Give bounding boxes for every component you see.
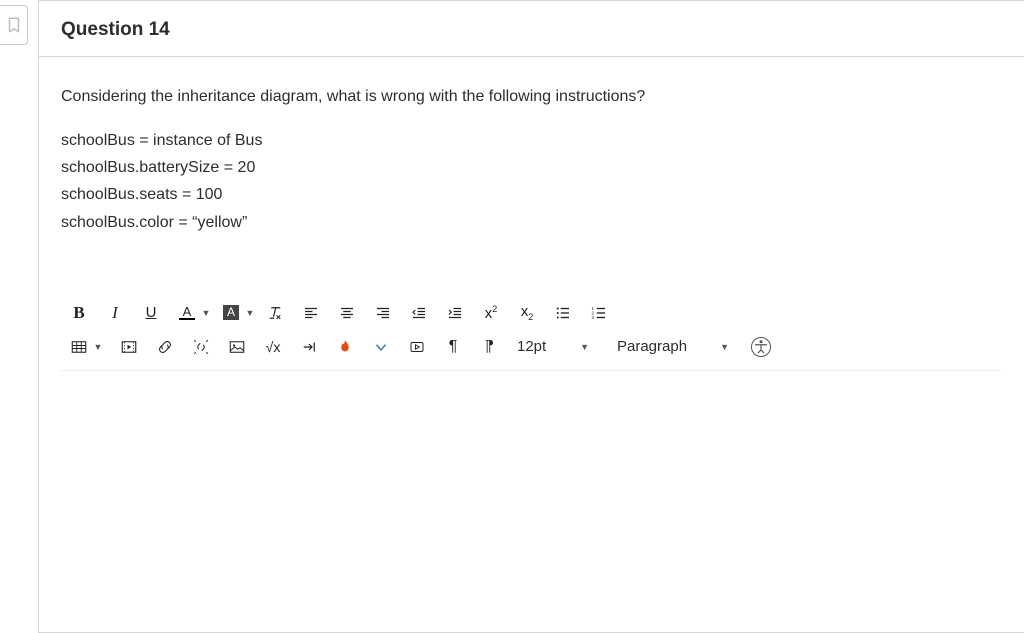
pilcrow-rtl-icon: ¶ <box>485 338 494 356</box>
embed-media-button[interactable] <box>111 332 147 362</box>
question-body: Considering the inheritance diagram, wha… <box>39 57 1024 246</box>
pilcrow-ltr-icon: ¶ <box>449 338 458 356</box>
svg-text:3: 3 <box>592 315 595 320</box>
block-format-select[interactable]: Paragraph ▼ <box>607 332 737 362</box>
chevron-down-button[interactable] <box>363 332 399 362</box>
outdent-icon <box>410 304 428 322</box>
highlight-icon: A <box>223 305 239 320</box>
image-icon <box>228 338 246 356</box>
play-button[interactable] <box>399 332 435 362</box>
text-color-dropdown[interactable]: ▼ <box>199 298 213 328</box>
font-size-select[interactable]: 12pt ▼ <box>507 332 597 362</box>
bookmark-icon <box>5 14 23 36</box>
clear-formatting-button[interactable] <box>257 298 293 328</box>
align-left-button[interactable] <box>293 298 329 328</box>
font-size-value: 12pt <box>517 338 546 355</box>
arrow-insert-icon <box>300 338 318 356</box>
indent-icon <box>446 304 464 322</box>
image-button[interactable] <box>219 332 255 362</box>
editor-content-area[interactable] <box>61 370 1002 540</box>
flag-question-button[interactable] <box>0 5 28 45</box>
outdent-button[interactable] <box>401 298 437 328</box>
sqrt-icon: √x <box>266 339 281 355</box>
question-title: Question 14 <box>61 19 170 40</box>
code-line: schoolBus.batterySize = 20 <box>61 154 1002 181</box>
media-icon <box>120 338 138 356</box>
code-line: schoolBus.color = “yellow” <box>61 209 1002 236</box>
align-center-icon <box>338 304 356 322</box>
link-button[interactable] <box>147 332 183 362</box>
kaltura-button[interactable] <box>327 332 363 362</box>
numbered-list-icon: 1 2 3 <box>590 304 608 322</box>
question-card: Question 14 Considering the inheritance … <box>38 0 1024 633</box>
rich-text-editor: B I U A ▼ A ▼ <box>61 296 1002 540</box>
superscript-icon: x2 <box>485 304 498 322</box>
subscript-icon: x2 <box>521 303 534 322</box>
superscript-button[interactable]: x2 <box>473 298 509 328</box>
toolbar-row-2: ▼ <box>61 330 1002 364</box>
equation-button[interactable]: √x <box>255 332 291 362</box>
link-icon <box>156 338 174 356</box>
chevron-down-icon <box>372 338 390 356</box>
play-icon <box>408 338 426 356</box>
text-color-icon: A <box>179 305 195 320</box>
question-header: Question 14 <box>39 1 1024 57</box>
bold-button[interactable]: B <box>61 298 97 328</box>
insert-button[interactable] <box>291 332 327 362</box>
subscript-button[interactable]: x2 <box>509 298 545 328</box>
flame-icon <box>336 338 354 356</box>
bullet-list-icon <box>554 304 572 322</box>
unlink-button[interactable] <box>183 332 219 362</box>
highlight-dropdown[interactable]: ▼ <box>243 298 257 328</box>
align-center-button[interactable] <box>329 298 365 328</box>
align-left-icon <box>302 304 320 322</box>
toolbar-row-1: B I U A ▼ A ▼ <box>61 296 1002 330</box>
italic-button[interactable]: I <box>97 298 133 328</box>
accessibility-icon <box>751 337 771 357</box>
chevron-down-icon: ▼ <box>720 342 729 352</box>
code-line: schoolBus = instance of Bus <box>61 127 1002 154</box>
clear-format-icon <box>266 304 284 322</box>
block-format-value: Paragraph <box>617 338 687 355</box>
align-right-icon <box>374 304 392 322</box>
underline-button[interactable]: U <box>133 298 169 328</box>
bullet-list-button[interactable] <box>545 298 581 328</box>
question-prompt: Considering the inheritance diagram, wha… <box>61 85 1002 109</box>
table-dropdown[interactable]: ▼ <box>91 332 105 362</box>
ltr-button[interactable]: ¶ <box>435 332 471 362</box>
align-right-button[interactable] <box>365 298 401 328</box>
rtl-button[interactable]: ¶ <box>471 332 507 362</box>
unlink-icon <box>192 338 210 356</box>
chevron-down-icon: ▼ <box>580 342 589 352</box>
numbered-list-button[interactable]: 1 2 3 <box>581 298 617 328</box>
code-line: schoolBus.seats = 100 <box>61 181 1002 208</box>
indent-button[interactable] <box>437 298 473 328</box>
table-icon <box>70 338 88 356</box>
accessibility-button[interactable] <box>743 332 779 362</box>
